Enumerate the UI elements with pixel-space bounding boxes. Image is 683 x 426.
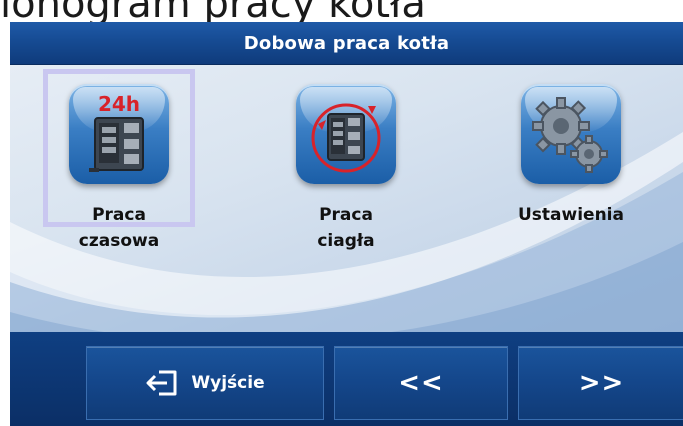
boiler-clock-icon: 24h [69,84,169,184]
menu-label-settings: Ustawienia [518,205,624,225]
next-button[interactable]: >> [518,346,683,420]
exit-label: Wyjście [191,373,265,393]
bottom-navigation-bar: Wyjście << >> [10,332,683,426]
menu-item-continuous-mode[interactable]: Praca ciagła [271,84,421,254]
next-label: >> [578,368,625,398]
title-bar: Dobowa praca kotła [10,22,683,65]
menu-label-time-mode: Praca czasowa [78,205,160,251]
page: lonogram pracy kotła Dobowa praca kotła … [0,0,683,426]
badge-24h: 24h [98,92,140,116]
gears-icon [521,84,621,184]
exit-button[interactable]: Wyjście [86,346,324,420]
menu-item-settings[interactable]: Ustawienia [496,84,646,228]
previous-label: << [398,368,444,398]
controller-screen: Dobowa praca kotła 24h Praca czasowa Pra… [10,22,683,426]
menu-item-time-mode[interactable]: 24h Praca czasowa [44,84,194,254]
menu-label-continuous-mode: Praca ciagła [317,205,375,251]
screen-title: Dobowa praca kotła [243,32,450,54]
boiler-cycle-icon [296,84,396,184]
exit-icon [146,370,177,396]
previous-button[interactable]: << [334,346,508,420]
